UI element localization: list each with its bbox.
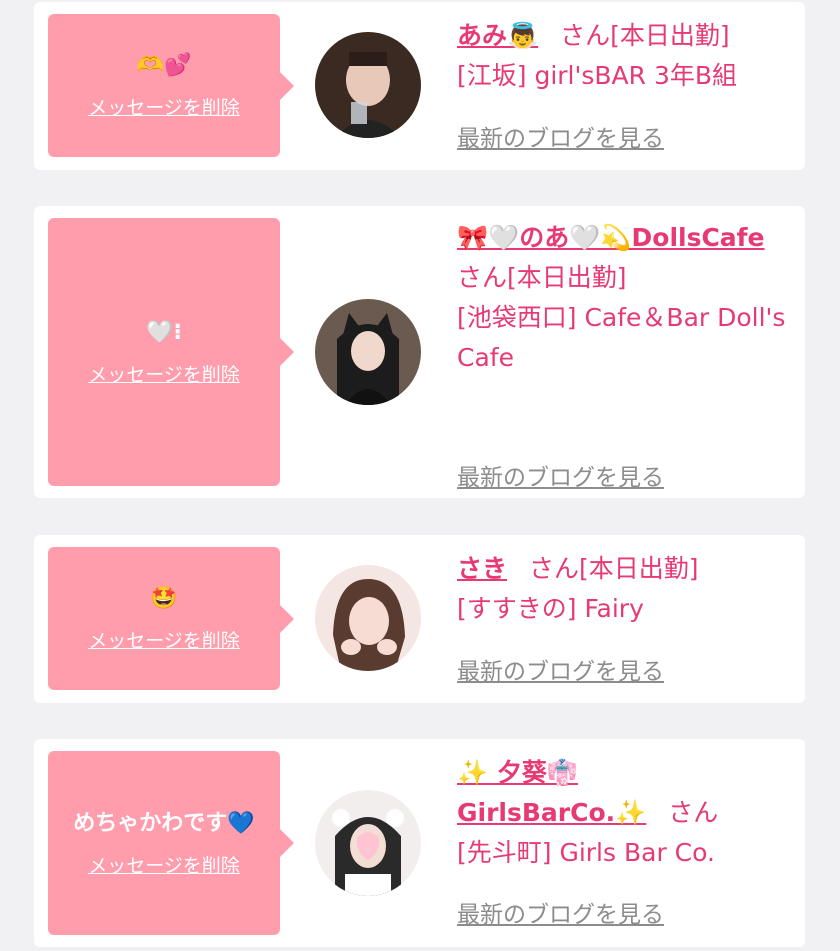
cast-name-link[interactable]: あみ👼 xyxy=(457,21,538,50)
shop-name: [池袋西口] Cafe＆Bar Doll's Cafe xyxy=(457,303,786,372)
honorific: さん xyxy=(668,798,719,827)
cast-name-link[interactable]: ✨ 夕葵👘GirlsBarCo.✨ xyxy=(457,758,646,827)
message-bubble: 🤍⁝ メッセージを削除 xyxy=(48,218,294,486)
cast-info: さき さん[本日出勤] [すすきの] Fairy 最新のブログを見る xyxy=(457,549,787,685)
avatar[interactable] xyxy=(315,299,421,405)
blog-link[interactable]: 最新のブログを見る xyxy=(457,895,664,935)
message-text: めちゃかわです💙 xyxy=(73,810,255,836)
shift-status: [本日出勤] xyxy=(507,263,627,292)
honorific: さん xyxy=(560,21,611,50)
honorific: さん xyxy=(529,554,580,583)
shift-status: [本日出勤] xyxy=(610,21,730,50)
blog-link[interactable]: 最新のブログを見る xyxy=(457,119,664,159)
delete-message-link[interactable]: メッセージを削除 xyxy=(88,626,240,653)
blog-link[interactable]: 最新のブログを見る xyxy=(457,458,664,498)
message-card: 🫶💕 メッセージを削除 あみ👼 さん[本日出勤] [江坂] girl'sBAR 3… xyxy=(34,2,805,170)
avatar[interactable] xyxy=(315,565,421,671)
cast-info: あみ👼 さん[本日出勤] [江坂] girl'sBAR 3年B組 最新のブログを見… xyxy=(457,16,787,152)
honorific: さん xyxy=(457,263,508,292)
avatar[interactable] xyxy=(315,32,421,138)
message-bubble: 🤩 メッセージを削除 xyxy=(48,547,294,690)
avatar-image xyxy=(315,790,421,896)
shift-status: [本日出勤] xyxy=(579,554,699,583)
avatar[interactable] xyxy=(315,790,421,896)
shop-name: [先斗町] Girls Bar Co. xyxy=(457,838,715,867)
message-bubble: 🫶💕 メッセージを削除 xyxy=(48,14,294,157)
shop-name: [すすきの] Fairy xyxy=(457,594,644,623)
message-text: 🤩 xyxy=(150,586,178,611)
delete-message-link[interactable]: メッセージを削除 xyxy=(88,360,240,387)
message-card: めちゃかわです💙 メッセージを削除 ✨ 夕葵👘GirlsBarCo.✨ さん [先… xyxy=(34,739,805,947)
cast-info: ✨ 夕葵👘GirlsBarCo.✨ さん [先斗町] Girls Bar Co. … xyxy=(457,753,787,928)
message-card: 🤩 メッセージを削除 さき さん[本日出勤] [すすきの] Fairy 最新のブロ… xyxy=(34,535,805,703)
message-text: 🤍⁝ xyxy=(146,319,182,345)
shop-name: [江坂] girl'sBAR 3年B組 xyxy=(457,61,738,90)
message-bubble: めちゃかわです💙 メッセージを削除 xyxy=(48,751,294,935)
cast-info: 🎀🤍のあ🤍💫DollsCafe さん[本日出勤] [池袋西口] Cafe＆Bar … xyxy=(457,218,787,491)
delete-message-link[interactable]: メッセージを削除 xyxy=(88,851,240,878)
avatar-image xyxy=(315,32,421,138)
blog-link[interactable]: 最新のブログを見る xyxy=(457,652,664,692)
delete-message-link[interactable]: メッセージを削除 xyxy=(88,93,240,120)
avatar-image xyxy=(315,299,421,405)
message-card: 🤍⁝ メッセージを削除 🎀🤍のあ🤍💫DollsCafe さん[本日出勤] [池袋西… xyxy=(34,206,805,498)
avatar-image xyxy=(315,565,421,671)
cast-name-link[interactable]: 🎀🤍のあ🤍💫DollsCafe xyxy=(457,223,765,252)
message-text: 🫶💕 xyxy=(136,53,192,78)
cast-name-link[interactable]: さき xyxy=(457,554,507,583)
